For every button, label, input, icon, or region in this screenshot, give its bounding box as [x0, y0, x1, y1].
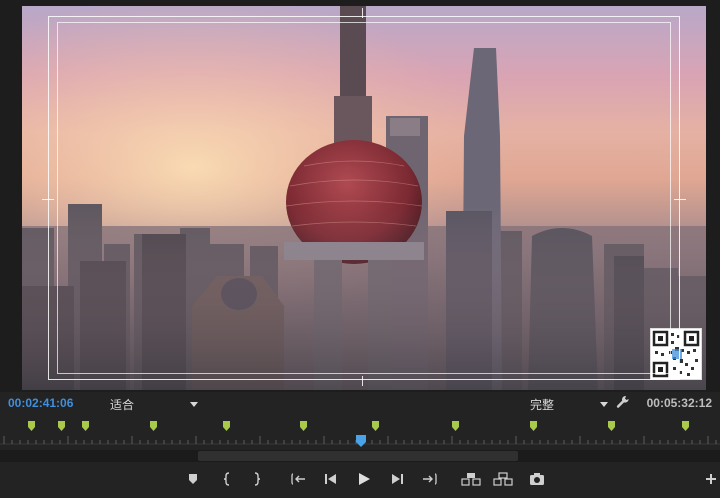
- mark-in-button[interactable]: [216, 470, 238, 488]
- mark-out-icon: [254, 472, 261, 486]
- step-back-icon: [325, 474, 336, 484]
- playhead-timecode[interactable]: 00:02:41:06: [8, 396, 73, 410]
- settings-wrench-icon[interactable]: [616, 395, 630, 414]
- go-to-in-icon: [291, 473, 305, 485]
- marker-icon[interactable]: [608, 418, 615, 431]
- add-marker-button[interactable]: [182, 470, 204, 488]
- zoom-level-value: 适合: [110, 398, 135, 412]
- center-mark-right: [674, 199, 686, 200]
- marker-icon[interactable]: [223, 418, 230, 431]
- extract-button[interactable]: [492, 470, 514, 488]
- lift-button[interactable]: [460, 470, 482, 488]
- marker-icon[interactable]: [372, 418, 379, 431]
- chevron-down-icon: [600, 402, 609, 407]
- center-mark-top: [362, 8, 363, 18]
- export-frame-icon: [530, 473, 544, 485]
- center-mark-bottom: [362, 376, 363, 386]
- export-frame-button[interactable]: [526, 470, 548, 488]
- add-button-icon: [706, 474, 716, 484]
- step-back-button[interactable]: [320, 470, 342, 488]
- program-monitor: [0, 0, 720, 392]
- zoom-scrollbar-thumb[interactable]: [198, 451, 518, 461]
- button-editor-button[interactable]: [700, 470, 720, 488]
- title-safe-guide: [57, 22, 671, 374]
- marker-icon[interactable]: [452, 418, 459, 431]
- marker-icon[interactable]: [300, 418, 307, 431]
- marker-icon[interactable]: [82, 418, 89, 431]
- marker-icon[interactable]: [682, 418, 689, 431]
- add-marker-icon: [189, 474, 197, 484]
- lift-icon: [461, 473, 481, 486]
- mark-out-button[interactable]: [246, 470, 268, 488]
- zoom-level-select[interactable]: 适合: [110, 396, 199, 413]
- go-to-out-button[interactable]: [418, 470, 440, 488]
- extract-icon: [493, 472, 513, 486]
- marker-icon[interactable]: [58, 418, 65, 431]
- go-to-out-icon: [423, 473, 437, 485]
- duration-timecode: 00:05:32:12: [646, 396, 712, 410]
- playback-resolution-select[interactable]: 完整: [530, 396, 609, 413]
- play-button[interactable]: [353, 470, 375, 488]
- center-mark-left: [42, 199, 54, 200]
- step-forward-icon: [392, 474, 403, 484]
- resolution-value: 完整: [530, 398, 555, 412]
- marker-icon[interactable]: [150, 418, 157, 431]
- marker-icon[interactable]: [28, 418, 35, 431]
- go-to-in-button[interactable]: [288, 470, 310, 488]
- playhead-handle[interactable]: [356, 434, 366, 447]
- step-forward-button[interactable]: [386, 470, 408, 488]
- mark-in-icon: [223, 472, 230, 486]
- marker-icon[interactable]: [530, 418, 537, 431]
- play-icon: [359, 473, 370, 485]
- monitor-info-bar: [0, 392, 720, 414]
- chevron-down-icon: [190, 402, 199, 407]
